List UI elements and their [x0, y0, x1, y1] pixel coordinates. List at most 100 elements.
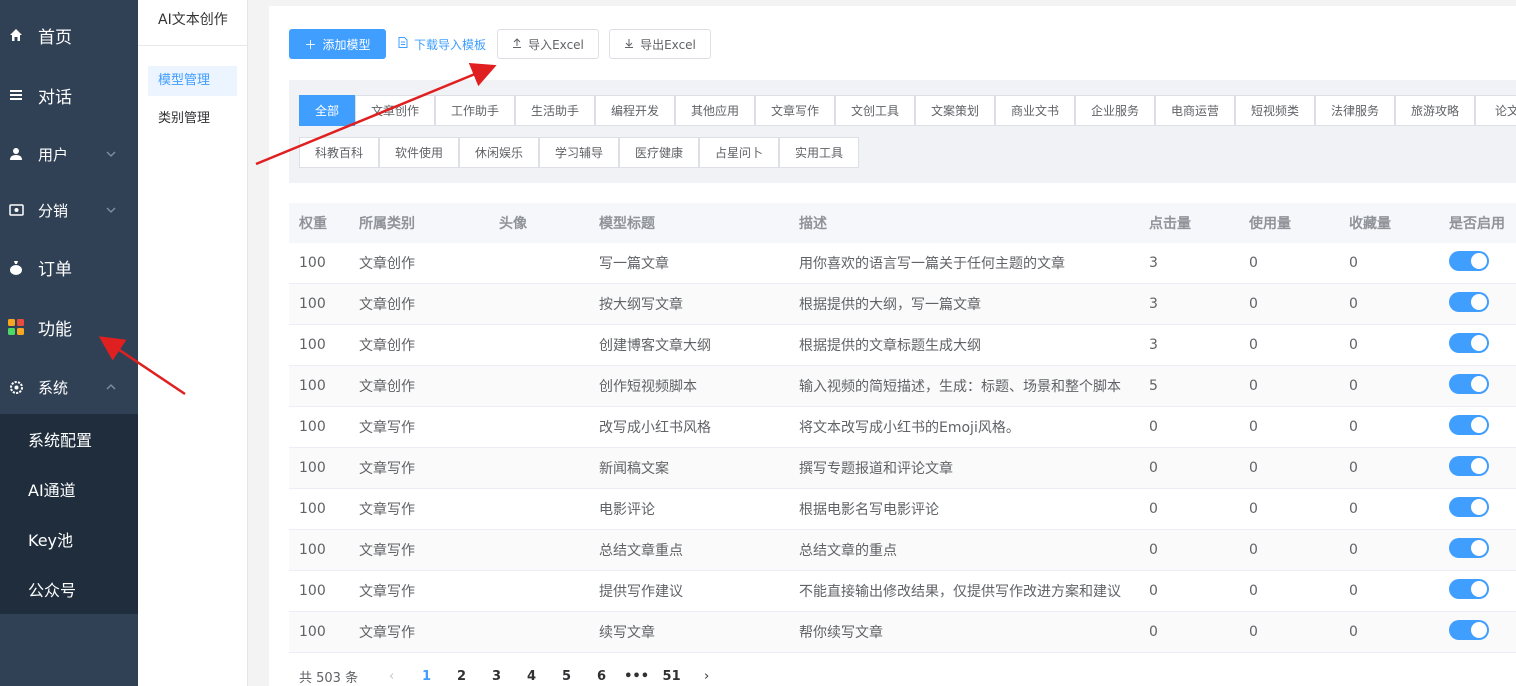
nav-item-order[interactable]: 订单 [0, 241, 138, 293]
models-table: 权重 所属类别 头像 模型标题 描述 点击量 使用量 收藏量 是否启用 100 文… [289, 203, 1516, 653]
nav-item-chat[interactable]: 对话 [0, 69, 138, 121]
category-cell: 文章创作 [359, 379, 415, 395]
uses-cell: 0 [1249, 460, 1258, 476]
clicks-cell: 0 [1149, 583, 1158, 599]
category-tab[interactable]: 旅游攻略 [1395, 95, 1475, 126]
clicks-cell: 0 [1149, 542, 1158, 558]
category-tab[interactable]: 企业服务 [1075, 95, 1155, 126]
favorites-cell: 0 [1349, 255, 1358, 271]
download-template-label: 下载导入模板 [413, 37, 486, 52]
upload-icon [512, 37, 522, 51]
table-row: 100 文章写作 续写文章 帮你续写文章 0 0 0 [289, 612, 1516, 653]
description-cell: 撰写专题报道和评论文章 [799, 461, 953, 477]
clicks-cell: 0 [1149, 460, 1158, 476]
nav-item-distribution[interactable]: 分销 [0, 184, 138, 236]
page-number[interactable]: 2 [444, 669, 479, 684]
title-cell: 提供写作建议 [599, 584, 683, 600]
nav-label: 对话 [38, 87, 72, 108]
table-row: 100 文章创作 写一篇文章 用你喜欢的语言写一篇关于任何主题的文章 3 0 0 [289, 243, 1516, 284]
enabled-toggle[interactable] [1449, 579, 1489, 599]
category-tab[interactable]: 编程开发 [595, 95, 675, 126]
category-tab[interactable]: 论文 [1475, 95, 1516, 126]
pagination: 共 503 条 ‹ 1 2 3 4 5 6 ••• 51 › [299, 666, 724, 686]
table-row: 100 文章写作 总结文章重点 总结文章的重点 0 0 0 [289, 530, 1516, 571]
submenu-item[interactable]: 公众号 [0, 564, 138, 614]
enabled-toggle[interactable] [1449, 620, 1489, 640]
page-number[interactable]: 4 [514, 669, 549, 684]
next-page-button[interactable]: › [689, 669, 724, 684]
download-template-button[interactable]: 下载导入模板 [394, 29, 490, 59]
enabled-toggle[interactable] [1449, 374, 1489, 394]
page-number[interactable]: 3 [479, 669, 514, 684]
enabled-toggle[interactable] [1449, 251, 1489, 271]
category-tab[interactable]: 文章创作 [355, 95, 435, 126]
category-tab[interactable]: 其他应用 [675, 95, 755, 126]
category-tab[interactable]: 文案策划 [915, 95, 995, 126]
money-bag-icon [8, 259, 24, 275]
favorites-cell: 0 [1349, 378, 1358, 394]
nav-item-system[interactable]: 系统 [0, 361, 138, 413]
export-excel-button[interactable]: 导出Excel [609, 29, 711, 59]
menu-lines-icon [8, 87, 24, 103]
column-header: 收藏量 [1349, 216, 1391, 232]
enabled-toggle[interactable] [1449, 333, 1489, 353]
category-tab[interactable]: 医疗健康 [619, 137, 699, 168]
more-pages-ellipsis[interactable]: ••• [619, 669, 654, 684]
enabled-cell [1439, 620, 1516, 644]
table-row: 100 文章创作 创建博客文章大纲 根据提供的文章标题生成大纲 3 0 0 [289, 325, 1516, 366]
nav-item-features[interactable]: 功能 [0, 301, 138, 353]
category-tab[interactable]: 生活助手 [515, 95, 595, 126]
nav-item-home[interactable]: 首页 [0, 9, 138, 61]
table-header: 权重 所属类别 头像 模型标题 描述 点击量 使用量 收藏量 是否启用 [289, 203, 1516, 243]
sidebar: 首页 对话 用户 分销 订单 功能 系统 系统配置 AI通道 Key池 公众号 [0, 0, 138, 686]
category-tab[interactable]: 软件使用 [379, 137, 459, 168]
submenu-item[interactable]: Key池 [0, 514, 138, 564]
page-number[interactable]: 51 [654, 669, 689, 684]
enabled-cell [1439, 333, 1516, 357]
clicks-cell: 3 [1149, 337, 1158, 353]
category-tab[interactable]: 法律服务 [1315, 95, 1395, 126]
category-tab[interactable]: 科教百科 [299, 137, 379, 168]
page-number[interactable]: 1 [409, 669, 444, 684]
category-tab[interactable]: 工作助手 [435, 95, 515, 126]
category-tab[interactable]: 占星问卜 [699, 137, 779, 168]
submenu-item[interactable]: AI通道 [0, 464, 138, 514]
favorites-cell: 0 [1349, 460, 1358, 476]
category-tab[interactable]: 文章写作 [755, 95, 835, 126]
export-excel-label: 导出Excel [640, 37, 696, 52]
enabled-toggle[interactable] [1449, 456, 1489, 476]
category-tab[interactable]: 学习辅导 [539, 137, 619, 168]
panel-item-category-management[interactable]: 类别管理 [148, 104, 237, 134]
enabled-toggle[interactable] [1449, 497, 1489, 517]
enabled-toggle[interactable] [1449, 538, 1489, 558]
enabled-toggle[interactable] [1449, 292, 1489, 312]
category-tab[interactable]: 短视频类 [1235, 95, 1315, 126]
category-tab[interactable]: 商业文书 [995, 95, 1075, 126]
weight-cell: 100 [299, 460, 326, 476]
category-cell: 文章写作 [359, 461, 415, 477]
home-icon [8, 27, 24, 43]
category-tab[interactable]: 文创工具 [835, 95, 915, 126]
category-tab[interactable]: 电商运营 [1155, 95, 1235, 126]
page-number[interactable]: 6 [584, 669, 619, 684]
favorites-cell: 0 [1349, 296, 1358, 312]
prev-page-button[interactable]: ‹ [374, 669, 409, 684]
page-number[interactable]: 5 [549, 669, 584, 684]
category-tab[interactable]: 实用工具 [779, 137, 859, 168]
panel-item-model-management[interactable]: 模型管理 [148, 66, 237, 96]
weight-cell: 100 [299, 378, 326, 394]
table-row: 100 文章写作 电影评论 根据电影名写电影评论 0 0 0 [289, 489, 1516, 530]
import-excel-button[interactable]: 导入Excel [497, 29, 599, 59]
submenu-item[interactable]: 系统配置 [0, 414, 138, 464]
uses-cell: 0 [1249, 583, 1258, 599]
add-model-button[interactable]: ＋ 添加模型 [289, 29, 386, 59]
nav-label: 系统 [38, 378, 69, 397]
nav-item-user[interactable]: 用户 [0, 128, 138, 180]
description-cell: 不能直接输出修改结果，仅提供写作改进方案和建议 [799, 584, 1121, 600]
category-tab-all[interactable]: 全部 [299, 95, 355, 126]
enabled-cell [1439, 374, 1516, 398]
category-tab[interactable]: 休闲娱乐 [459, 137, 539, 168]
clicks-cell: 3 [1149, 255, 1158, 271]
enabled-toggle[interactable] [1449, 415, 1489, 435]
panel-title: AI文本创作 [138, 0, 247, 46]
